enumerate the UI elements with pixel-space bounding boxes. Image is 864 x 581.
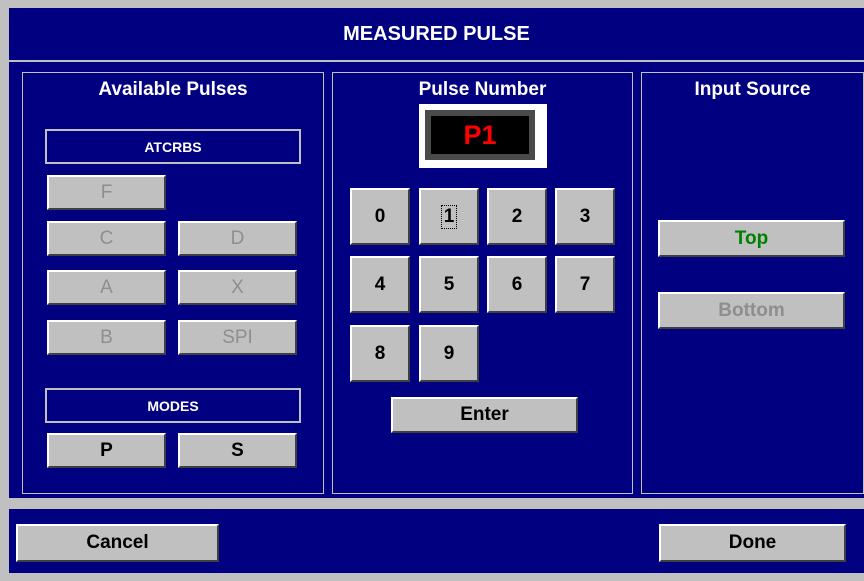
enter-button[interactable]: Enter: [391, 397, 578, 433]
keypad-0-button[interactable]: 0: [350, 188, 410, 245]
keypad-8-button[interactable]: 8: [350, 325, 410, 382]
top-source-button[interactable]: Top: [658, 220, 845, 257]
pulse-s-button[interactable]: S: [178, 433, 297, 468]
window-title: MEASURED PULSE: [9, 8, 864, 60]
input-source-panel: Input Source: [641, 72, 864, 494]
keypad-1-button[interactable]: 1: [419, 188, 479, 245]
pulse-number-display-bezel: P1: [425, 110, 535, 160]
pulse-c-button[interactable]: C: [47, 221, 166, 256]
modes-group-label: MODES: [45, 388, 301, 423]
atcrbs-group-label: ATCRBS: [45, 129, 301, 164]
available-pulses-title: Available Pulses: [98, 79, 248, 100]
pulse-p-button[interactable]: P: [47, 433, 166, 468]
keypad-5-button[interactable]: 5: [419, 256, 479, 313]
keypad-9-button[interactable]: 9: [419, 325, 479, 382]
input-source-title: Input Source: [694, 79, 811, 100]
cancel-button[interactable]: Cancel: [16, 524, 219, 562]
done-button[interactable]: Done: [659, 524, 846, 562]
pulse-b-button[interactable]: B: [47, 320, 166, 355]
keypad-6-button[interactable]: 6: [487, 256, 547, 313]
bottom-source-button[interactable]: Bottom: [658, 292, 845, 329]
keypad-2-button[interactable]: 2: [487, 188, 547, 245]
pulse-number-display-frame: P1: [419, 104, 547, 168]
keypad-4-button[interactable]: 4: [350, 256, 410, 313]
pulse-number-display: P1: [431, 116, 529, 154]
pulse-spi-button[interactable]: SPI: [178, 320, 297, 355]
pulse-x-button[interactable]: X: [178, 270, 297, 305]
pulse-number-title: Pulse Number: [418, 79, 547, 100]
pulse-f-button[interactable]: F: [47, 175, 166, 210]
keypad-7-button[interactable]: 7: [555, 256, 615, 313]
keypad-1-label: 1: [440, 204, 458, 229]
pulse-d-button[interactable]: D: [178, 221, 297, 256]
pulse-a-button[interactable]: A: [47, 270, 166, 305]
keypad-3-button[interactable]: 3: [555, 188, 615, 245]
